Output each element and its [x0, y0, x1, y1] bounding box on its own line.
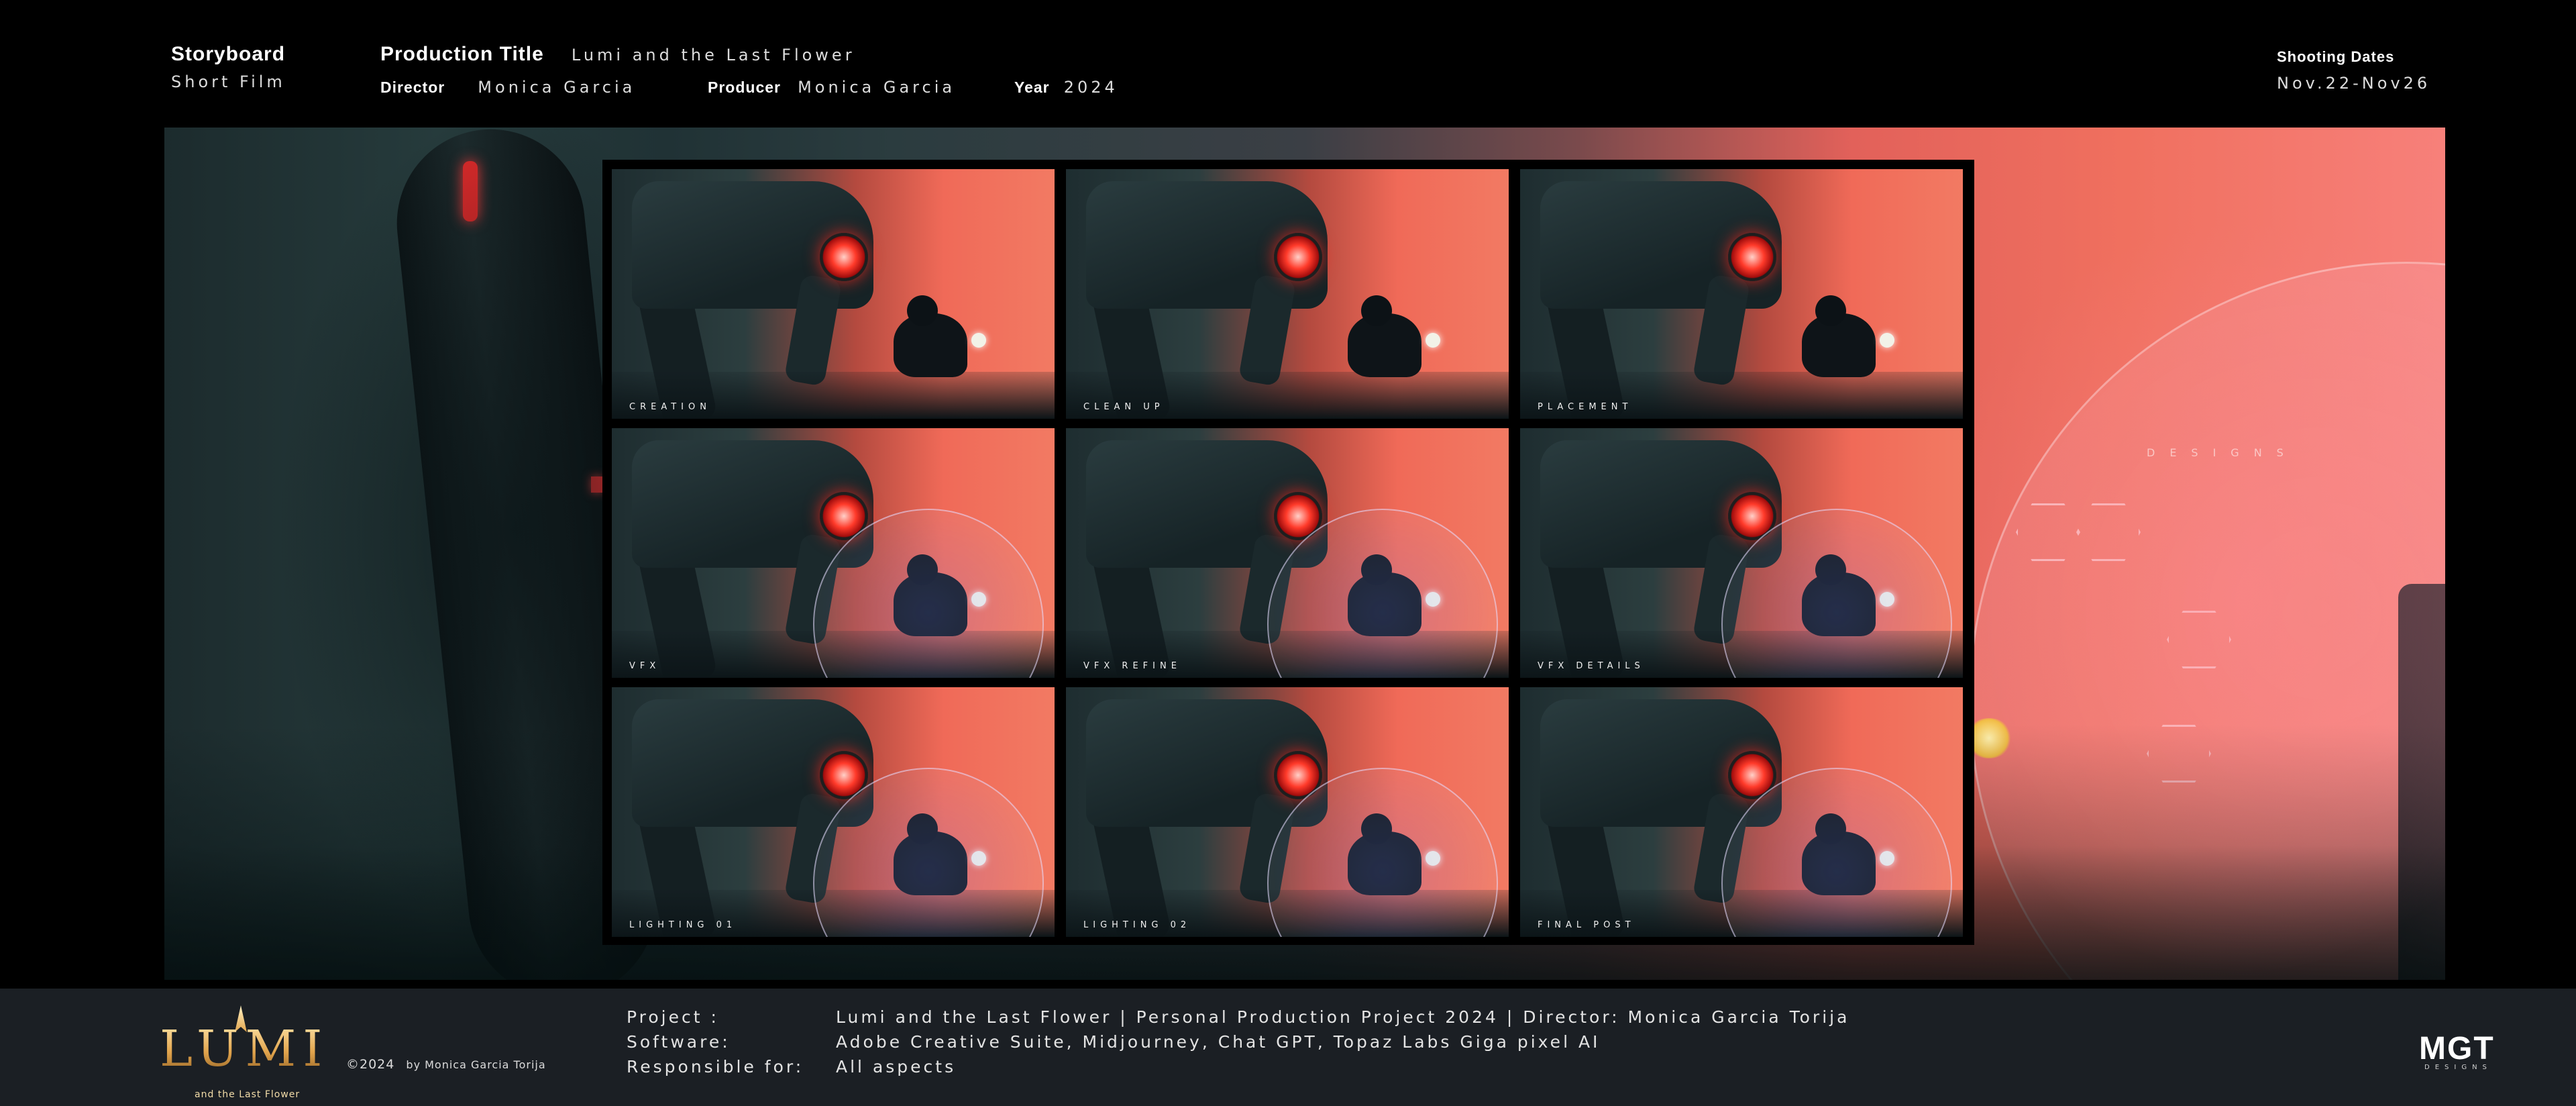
- mgt-logo: MGT: [2419, 1031, 2495, 1066]
- flower-icon: [1426, 333, 1440, 348]
- storyboard-frame: FINAL POST: [1520, 687, 1963, 937]
- storyboard-frame: VFX DETAILS: [1520, 428, 1963, 678]
- storyboard-panel: CREATION CLEAN UP PLACEMENT VFX VFX REFINE VF…: [602, 160, 1974, 945]
- director-block: Director Monica Garcia: [380, 78, 635, 97]
- storyboard-frame: PLACEMENT: [1520, 169, 1963, 419]
- project-label: Project :: [627, 1007, 719, 1027]
- frame-label: VFX: [629, 661, 661, 671]
- storyboard-frame: LIGHTING 01: [612, 687, 1055, 937]
- frame-label: LIGHTING 02: [1083, 920, 1191, 930]
- flower-icon: [971, 333, 986, 348]
- responsible-label: Responsible for:: [627, 1057, 804, 1076]
- frame-label: VFX DETAILS: [1538, 661, 1645, 671]
- lumi-logo: LUMI and the Last Flower: [160, 1005, 329, 1100]
- year-label: Year: [1014, 79, 1050, 96]
- film-type: Short Film: [171, 72, 286, 91]
- logo-word: LUMI: [160, 1020, 329, 1078]
- robot-eye-icon: [1728, 233, 1776, 281]
- footer-bar: LUMI and the Last Flower ©2024 by Monica…: [0, 989, 2576, 1106]
- responsible-value: All aspects: [836, 1057, 957, 1076]
- copyright: ©2024 by Monica Garcia Torija: [346, 1057, 546, 1072]
- designs-watermark: DESIGNS: [2147, 446, 2298, 459]
- frame-label: FINAL POST: [1538, 920, 1635, 930]
- frame-label: VFX REFINE: [1083, 661, 1181, 671]
- girl-head-silhouette: [1361, 295, 1392, 326]
- robot-eye-icon: [1274, 233, 1322, 281]
- frame-label: PLACEMENT: [1538, 402, 1633, 412]
- storyboard-grid: CREATION CLEAN UP PLACEMENT VFX VFX REFINE VF…: [612, 169, 1963, 937]
- producer-name: Monica Garcia: [798, 78, 956, 97]
- mgt-logo-sub: DESIGNS: [2424, 1064, 2492, 1071]
- frame-label: CREATION: [629, 402, 711, 412]
- storyboard-block: Storyboard Short Film: [171, 43, 286, 91]
- header-bar: Storyboard Short Film Production Title L…: [0, 0, 2576, 128]
- storyboard-frame: LIGHTING 02: [1066, 687, 1509, 937]
- copyright-year: ©2024: [346, 1057, 395, 1072]
- shooting-dates-value: Nov.22-Nov26: [2277, 74, 2431, 93]
- girl-head-silhouette: [907, 295, 938, 326]
- production-title-label: Production Title: [380, 43, 544, 65]
- logo-subtitle: and the Last Flower: [195, 1089, 301, 1100]
- year-block: Year 2024: [1014, 78, 1118, 97]
- girl-head-silhouette: [1815, 295, 1846, 326]
- director-name: Monica Garcia: [478, 78, 636, 97]
- production-title: Lumi and the Last Flower: [571, 46, 855, 64]
- software-label: Software:: [627, 1032, 731, 1052]
- storyboard-frame: CLEAN UP: [1066, 169, 1509, 419]
- robot-eye-icon: [820, 233, 868, 281]
- flower-icon: [1880, 333, 1894, 348]
- storyboard-frame: CREATION: [612, 169, 1055, 419]
- producer-block: Producer Monica Garcia: [708, 78, 955, 97]
- frame-label: CLEAN UP: [1083, 402, 1165, 412]
- shooting-dates-block: Shooting Dates Nov.22-Nov26: [2277, 48, 2430, 93]
- storyboard-frame: VFX: [612, 428, 1055, 678]
- director-label: Director: [380, 79, 445, 96]
- producer-label: Producer: [708, 79, 781, 96]
- storyboard-label: Storyboard: [171, 43, 286, 65]
- production-block: Production Title Lumi and the Last Flowe…: [380, 43, 855, 66]
- shooting-dates-label: Shooting Dates: [2277, 48, 2395, 65]
- frame-label: LIGHTING 01: [629, 920, 737, 930]
- software-value: Adobe Creative Suite, Midjourney, Chat G…: [836, 1032, 1601, 1052]
- storyboard-frame: VFX REFINE: [1066, 428, 1509, 678]
- project-value: Lumi and the Last Flower | Personal Prod…: [836, 1007, 1850, 1027]
- copyright-author: by Monica Garcia Torija: [406, 1058, 546, 1071]
- year-value: 2024: [1063, 78, 1118, 97]
